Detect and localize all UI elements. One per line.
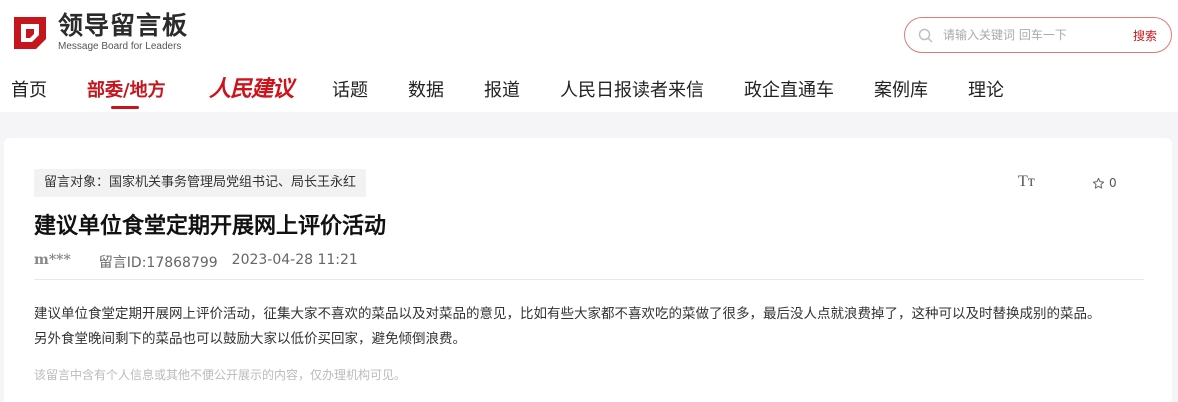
logo-title: 领导留言板	[58, 11, 189, 40]
logo-mark-icon	[10, 13, 50, 53]
divider	[34, 279, 1144, 280]
message-title: 建议单位食堂定期开展网上评价活动	[34, 214, 387, 239]
nav-theory[interactable]: 理论	[968, 76, 1004, 102]
message-content-line: 另外食堂晚间剩下的菜品也可以鼓励大家以低价买回家，避免倾倒浪费。	[34, 331, 466, 347]
privacy-note: 该留言中含有个人信息或其他不便公开展示的内容，仅办理机构可见。	[34, 368, 407, 382]
message-content-line: 建议单位食堂定期开展网上评价活动，征集大家不喜欢的菜品以及对菜品的意见，比如有些…	[34, 306, 1101, 322]
message-id: 留言ID:17868799	[98, 255, 218, 271]
search-button[interactable]: 搜索	[1133, 27, 1157, 44]
favorite-button[interactable]: 0	[1092, 176, 1117, 190]
nav-home[interactable]: 首页	[11, 76, 47, 102]
message-datetime: 2023-04-28 11:21	[231, 252, 358, 268]
favorite-count: 0	[1109, 176, 1117, 190]
message-content: 建议单位食堂定期开展网上评价活动，征集大家不喜欢的菜品以及对菜品的意见，比如有些…	[34, 302, 1154, 352]
message-target-tag: 留言对象：国家机关事务管理局党组书记、局长王永红	[34, 169, 367, 197]
nav-active-indicator	[111, 106, 139, 109]
message-author: m***	[34, 252, 71, 268]
nav-reports[interactable]: 报道	[484, 76, 520, 102]
site-logo[interactable]: 领导留言板 Message Board for Leaders	[10, 12, 188, 53]
search-input[interactable]	[943, 24, 1123, 46]
font-size-toggle[interactable]: Tт	[1018, 173, 1035, 191]
message-meta: m*** 留言ID:17868799 2023-04-28 11:21	[34, 252, 358, 272]
search-icon	[918, 28, 933, 43]
star-icon	[1092, 177, 1105, 189]
nav-people-suggestions[interactable]: 人民建议	[209, 71, 294, 103]
nav-gov-enterprise[interactable]: 政企直通车	[744, 76, 834, 102]
nav-data[interactable]: 数据	[408, 76, 444, 102]
message-card: 留言对象：国家机关事务管理局党组书记、局长王永红 Tт 0 建议单位食堂定期开展…	[4, 138, 1172, 402]
nav-readers-letters[interactable]: 人民日报读者来信	[560, 76, 704, 102]
nav-topics[interactable]: 话题	[332, 76, 368, 102]
logo-subtitle: Message Board for Leaders	[58, 41, 182, 52]
nav-ministries-local[interactable]: 部委/地方	[87, 76, 166, 102]
search-box: 搜索	[904, 17, 1172, 53]
nav-case-library[interactable]: 案例库	[874, 76, 928, 102]
